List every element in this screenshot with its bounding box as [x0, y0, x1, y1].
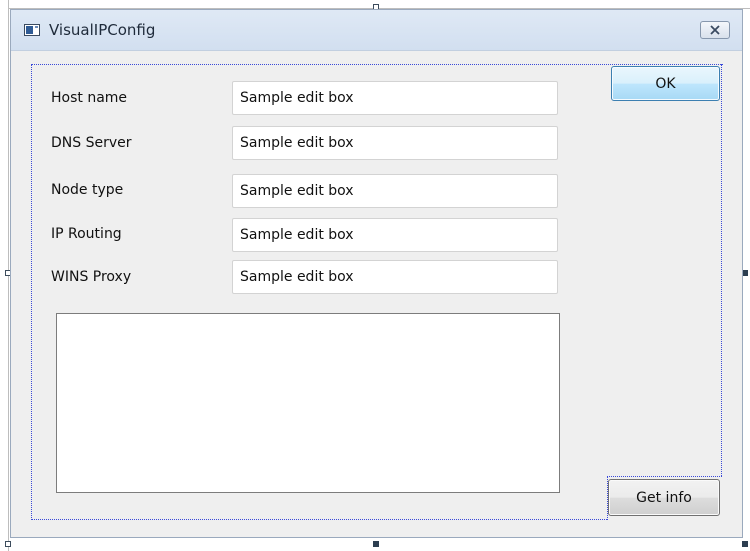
- info-list-box[interactable]: [56, 313, 560, 493]
- title-bar[interactable]: VisualIPConfig: [11, 10, 742, 51]
- host-name-input[interactable]: Sample edit box: [232, 81, 558, 115]
- wins-proxy-input[interactable]: Sample edit box: [232, 260, 558, 294]
- focus-rectangle-edge: [607, 476, 722, 478]
- host-name-label: Host name: [51, 90, 128, 106]
- designer-canvas: VisualIPConfig Host name Sample edit box…: [0, 0, 750, 551]
- resize-handle-bottom[interactable]: [373, 541, 379, 547]
- close-icon: [710, 25, 720, 35]
- focus-rectangle-edge: [31, 519, 607, 521]
- ok-button[interactable]: OK: [611, 66, 720, 101]
- node-type-label: Node type: [51, 182, 124, 198]
- ip-routing-label: IP Routing: [51, 226, 122, 242]
- app-window-icon: [24, 24, 40, 36]
- close-button[interactable]: [700, 21, 730, 39]
- wins-proxy-label: WINS Proxy: [51, 269, 132, 285]
- dialog-client-area: Host name Sample edit box DNS Server Sam…: [11, 51, 742, 537]
- resize-handle-bottom-left[interactable]: [5, 541, 11, 547]
- dns-server-label: DNS Server: [51, 135, 132, 151]
- node-type-input[interactable]: Sample edit box: [232, 174, 558, 208]
- resize-handle-bottom-right[interactable]: [742, 541, 748, 547]
- dialog-window: VisualIPConfig Host name Sample edit box…: [10, 9, 743, 538]
- get-info-button[interactable]: Get info: [608, 479, 720, 516]
- dns-server-input[interactable]: Sample edit box: [232, 126, 558, 160]
- focus-rectangle-edge: [721, 64, 723, 476]
- window-title: VisualIPConfig: [49, 21, 156, 39]
- ip-routing-input[interactable]: Sample edit box: [232, 218, 558, 252]
